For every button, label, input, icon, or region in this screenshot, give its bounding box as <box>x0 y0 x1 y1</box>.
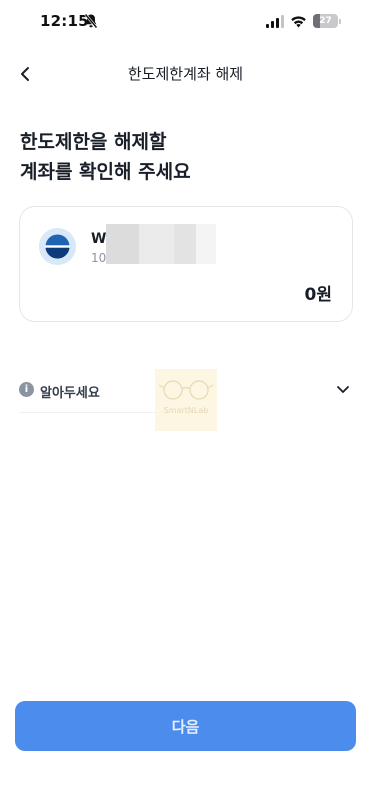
account-balance: 0원 <box>304 285 332 305</box>
signal-icon <box>266 15 284 28</box>
status-time: 12:15 <box>40 12 89 30</box>
battery-level: 27 <box>319 16 332 26</box>
heading-line-2: 계좌를 확인해 주세요 <box>20 161 191 183</box>
next-button[interactable]: 다음 <box>15 701 356 751</box>
page-title: 한도제한계좌 해제 <box>127 65 244 83</box>
info-icon: i <box>19 382 34 397</box>
bank-logo-icon <box>39 228 76 265</box>
watermark: SmartNLab <box>155 369 217 431</box>
bell-off-icon <box>84 13 98 29</box>
status-bar: 12:15 27 <box>0 0 371 46</box>
heading: 한도제한을 해제할 계좌를 확인해 주세요 <box>20 127 191 187</box>
battery-icon: 27 <box>313 14 338 28</box>
chevron-down-icon[interactable] <box>335 381 351 397</box>
privacy-mask <box>106 224 216 264</box>
account-card[interactable]: W 10 0원 <box>19 206 353 322</box>
screen: 12:15 27 한도제한계좌 해제 한도제한을 해제할 계좌를 확인해 주세요… <box>0 0 371 800</box>
heading-line-1: 한도제한을 해제할 <box>20 131 167 153</box>
watermark-text: SmartNLab <box>163 406 209 415</box>
account-name: W <box>91 231 107 247</box>
wifi-icon <box>291 16 306 28</box>
glasses-icon <box>159 380 213 400</box>
notice-label: 알아두세요 <box>40 386 100 401</box>
battery-cap <box>339 19 341 24</box>
account-number: 10 <box>91 251 107 265</box>
